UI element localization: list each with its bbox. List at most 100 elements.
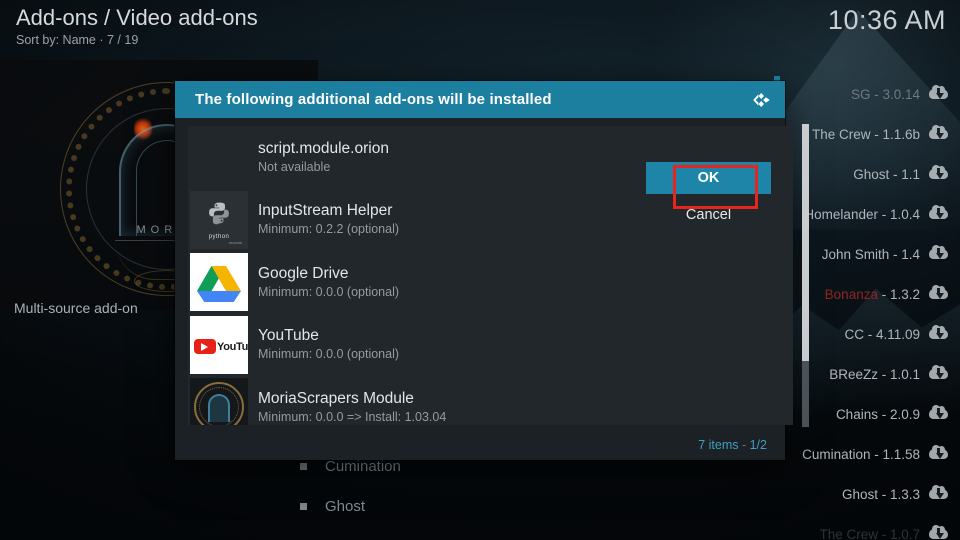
rail-item-label: Cumination - 1.1.58 bbox=[802, 447, 920, 462]
rail-item[interactable]: Ghost - 1.3.3 bbox=[778, 474, 960, 514]
rail-item[interactable]: Cumination - 1.1.58 bbox=[778, 434, 960, 474]
rail-item-name: BReeZz bbox=[829, 366, 878, 382]
rail-item-label: SG - 3.0.14 bbox=[851, 87, 920, 102]
rail-item-label: BReeZz - 1.0.1 bbox=[829, 367, 920, 382]
scrollbar-thumb[interactable] bbox=[802, 124, 809, 361]
rail-item-version: - 1.3.3 bbox=[877, 486, 920, 502]
addon-name: InputStream Helper bbox=[258, 202, 393, 220]
rail-item-label: Homelander - 1.0.4 bbox=[804, 207, 920, 222]
rail-item-name: Ghost bbox=[841, 486, 878, 502]
moria-emblem-icon bbox=[190, 378, 248, 425]
rail-item-version: - 4.11.09 bbox=[863, 326, 920, 342]
list-item-label: Cumination bbox=[325, 457, 401, 475]
rail-item-label: The Crew - 1.0.7 bbox=[819, 527, 920, 540]
addon-text-block: MoriaScrapers Module Minimum: 0.0.0 => In… bbox=[258, 389, 446, 425]
scrollbar-track-lower[interactable] bbox=[802, 361, 809, 427]
page-indicator: 1/2 bbox=[749, 438, 767, 452]
addon-name: MoriaScrapers Module bbox=[258, 389, 414, 407]
cloud-download-icon bbox=[929, 204, 948, 222]
cloud-download-icon bbox=[929, 484, 948, 502]
rail-item-label: The Crew - 1.1.6b bbox=[812, 127, 920, 142]
rail-item-version: - 1.0.7 bbox=[877, 526, 920, 540]
rail-item-name: The Crew bbox=[819, 526, 878, 540]
cloud-download-icon bbox=[929, 364, 948, 382]
dialog-header: The following additional add-ons will be… bbox=[175, 81, 785, 118]
addon-name: YouTube bbox=[258, 327, 319, 345]
rail-item-name: Ghost bbox=[853, 166, 890, 182]
rail-item-label: John Smith - 1.4 bbox=[822, 247, 920, 262]
rail-item-label: Ghost - 1.1 bbox=[853, 167, 920, 182]
addon-text-block: YouTube Minimum: 0.0.0 (optional) bbox=[258, 326, 399, 363]
rail-item-name: Homelander bbox=[804, 206, 878, 222]
addon-version-note: Minimum: 0.0.0 (optional) bbox=[258, 284, 400, 299]
clock: 10:36 AM bbox=[827, 5, 946, 35]
ok-button[interactable]: OK bbox=[646, 162, 771, 194]
rail-item-version: - 1.3.2 bbox=[877, 286, 920, 302]
addon-thumbnail: python module bbox=[190, 190, 248, 249]
addon-version-note: Minimum: 0.2.2 (optional) bbox=[258, 222, 400, 237]
list-item-label: Ghost bbox=[325, 497, 366, 515]
cloud-download-icon bbox=[929, 124, 948, 142]
addon-thumbnail bbox=[190, 378, 248, 425]
dialog-button-group: OK Cancel bbox=[646, 162, 771, 231]
addon-thumbnail bbox=[190, 253, 248, 312]
rail-item-version: - 3.0.14 bbox=[870, 86, 920, 102]
item-count: 7 items bbox=[698, 438, 739, 452]
rail-item-version: - 1.1.58 bbox=[870, 446, 920, 462]
cloud-download-icon bbox=[929, 284, 948, 302]
addon-thumbnail: YouTube bbox=[190, 315, 248, 374]
rail-item-name: Cumination bbox=[802, 446, 871, 462]
rail-item-version: - 2.0.9 bbox=[877, 406, 920, 422]
counter-separator: - bbox=[738, 438, 750, 452]
dialog-body: script.module.orion Not available python mo… bbox=[175, 118, 809, 460]
cloud-download-icon bbox=[929, 324, 948, 342]
addon-list-item[interactable]: MoriaScrapers Module Minimum: 0.0.0 => In… bbox=[188, 376, 793, 425]
kodi-logo-icon bbox=[749, 87, 775, 113]
rail-item-version: - 1.0.1 bbox=[877, 366, 920, 382]
addon-description: Multi-source add-on bbox=[14, 300, 138, 316]
addon-text-block: InputStream Helper Minimum: 0.2.2 (option… bbox=[258, 201, 399, 238]
rail-item[interactable]: The Crew - 1.0.7 bbox=[778, 514, 960, 540]
rail-item-label: Bonanza - 1.3.2 bbox=[825, 287, 920, 302]
rail-item-version: - 1.0.4 bbox=[877, 206, 920, 222]
rail-item-version: - 1.1.6b bbox=[870, 126, 920, 142]
breadcrumb-header: Add-ons / Video add-ons Sort by: Name · … bbox=[16, 4, 258, 47]
addon-name: script.module.orion bbox=[258, 139, 389, 157]
cloud-download-icon bbox=[929, 524, 948, 540]
addon-list-item[interactable]: Google Drive Minimum: 0.0.0 (optional) bbox=[188, 251, 793, 314]
rail-item-label: Chains - 2.0.9 bbox=[836, 407, 920, 422]
cloud-download-icon bbox=[929, 84, 948, 102]
list-item[interactable]: Ghost bbox=[300, 486, 630, 526]
cancel-button[interactable]: Cancel bbox=[646, 199, 771, 231]
addon-version-note: Minimum: 0.0.0 (optional) bbox=[258, 347, 400, 362]
rail-item-version: - 1.1 bbox=[889, 166, 920, 182]
python-thumb-sublabel: module bbox=[228, 239, 242, 245]
youtube-wordmark: YouTube bbox=[217, 340, 248, 353]
cloud-download-icon bbox=[929, 164, 948, 182]
rail-item-label: CC - 4.11.09 bbox=[844, 327, 920, 342]
addon-version-note: Not available bbox=[258, 159, 331, 174]
addon-text-block: script.module.orion Not available bbox=[258, 139, 389, 176]
bullet-icon bbox=[300, 502, 307, 510]
addon-thumbnail-empty bbox=[190, 128, 248, 186]
rail-item-name: SG bbox=[850, 86, 871, 102]
addon-version-note: Minimum: 0.0.0 => Install: 1.03.04 bbox=[258, 409, 447, 424]
rail-item-name: The Crew bbox=[811, 126, 871, 142]
cloud-download-icon bbox=[929, 244, 948, 262]
cloud-download-icon bbox=[929, 444, 948, 462]
cloud-download-icon bbox=[929, 404, 948, 422]
list-scrollbar[interactable] bbox=[802, 124, 809, 427]
google-drive-icon bbox=[190, 253, 248, 312]
addon-name: Google Drive bbox=[258, 264, 349, 282]
rail-item-version: - 1.4 bbox=[889, 246, 920, 262]
youtube-icon: YouTube bbox=[190, 315, 248, 374]
page-title: Add-ons / Video add-ons bbox=[16, 5, 258, 30]
rail-item-name: Bonanza bbox=[824, 286, 878, 302]
bullet-icon bbox=[300, 462, 307, 470]
addon-list-item[interactable]: YouTube YouTube Minimum: 0.0.0 (optional) bbox=[188, 313, 793, 376]
list-item[interactable]: Pureply Wrestling bbox=[300, 526, 630, 540]
dialog-title: The following additional add-ons will be… bbox=[195, 91, 552, 108]
sort-info: Sort by: Name · 7 / 19 bbox=[16, 33, 139, 47]
rail-item-label: Ghost - 1.3.3 bbox=[842, 487, 920, 502]
rail-item[interactable]: SG - 3.0.14 bbox=[778, 74, 960, 114]
